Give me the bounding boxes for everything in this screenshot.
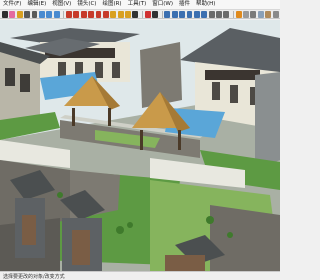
pan-icon[interactable] [171, 10, 178, 18]
orbit-icon[interactable] [164, 10, 171, 18]
dimension-icon[interactable] [117, 10, 124, 18]
section-plane-icon[interactable] [235, 10, 242, 18]
monochrome-icon[interactable] [272, 10, 279, 18]
position-camera-icon[interactable] [208, 10, 215, 18]
axes-icon[interactable] [144, 10, 151, 18]
menu-item-6[interactable]: 窗口(W) [149, 0, 176, 9]
polygon-icon[interactable] [53, 10, 60, 18]
move-icon[interactable] [65, 10, 72, 18]
paint-bucket-icon[interactable] [16, 10, 23, 18]
tree-3 [57, 192, 63, 198]
zoom-icon[interactable] [179, 10, 186, 18]
wireframe-icon[interactable] [250, 10, 257, 18]
follow-me-icon[interactable] [88, 10, 95, 18]
protractor-icon[interactable] [125, 10, 131, 18]
arc-icon[interactable] [31, 10, 38, 18]
tree-1 [116, 226, 124, 234]
shaded-icon[interactable] [257, 10, 264, 18]
walk-icon[interactable] [216, 10, 222, 18]
circle-icon[interactable] [46, 10, 53, 18]
zoom-window-icon[interactable] [186, 10, 193, 18]
tree-2 [127, 222, 133, 228]
xray-icon[interactable] [243, 10, 249, 18]
menu-item-5[interactable]: 工具(T) [125, 0, 150, 9]
look-around-icon[interactable] [223, 10, 230, 18]
menu-item-0[interactable]: 文件(F) [0, 0, 24, 9]
rotate-icon[interactable] [80, 10, 87, 18]
menu-item-2[interactable]: 视图(V) [49, 0, 74, 9]
tree-5 [227, 232, 233, 238]
line-pencil-icon[interactable] [24, 10, 31, 18]
push-pull-icon[interactable] [73, 10, 80, 18]
menu-item-3[interactable]: 镜头(C) [74, 0, 99, 9]
tree-4 [206, 216, 214, 224]
scene-render[interactable] [0, 20, 280, 271]
toolbar-separator [141, 10, 143, 18]
status-message: 选择要更改的对象/改变方式 [3, 273, 65, 280]
zoom-extents-icon[interactable] [193, 10, 200, 18]
eraser-icon[interactable] [9, 10, 16, 18]
menu-bar: 文件(F) 编辑(E) 视图(V) 镜头(C) 绘图(R) 工具(T) 窗口(W) 插件 帮助(… [0, 0, 280, 10]
menu-item-4[interactable]: 绘图(R) [99, 0, 124, 9]
offset-icon[interactable] [102, 10, 109, 18]
3d-model-viewport[interactable] [0, 20, 280, 271]
toolbar-separator [232, 10, 234, 18]
textured-icon[interactable] [265, 10, 272, 18]
main-toolbar [0, 10, 280, 19]
previous-view-icon[interactable] [201, 10, 208, 18]
menu-item-8[interactable]: 帮助(H) [193, 0, 218, 9]
3d-text-icon[interactable] [152, 10, 158, 18]
toolbar-separator [63, 10, 64, 18]
menu-item-7[interactable]: 插件 [176, 0, 193, 9]
rectangle-icon[interactable] [38, 10, 45, 18]
toolbar-separator [161, 10, 163, 18]
tape-measure-icon[interactable] [110, 10, 117, 18]
menu-item-1[interactable]: 编辑(E) [24, 0, 49, 9]
scale-icon[interactable] [95, 10, 102, 18]
text-icon[interactable] [132, 10, 139, 18]
select-arrow-icon[interactable] [2, 10, 8, 18]
status-bar: 选择要更改的对象/改变方式 [0, 271, 280, 280]
